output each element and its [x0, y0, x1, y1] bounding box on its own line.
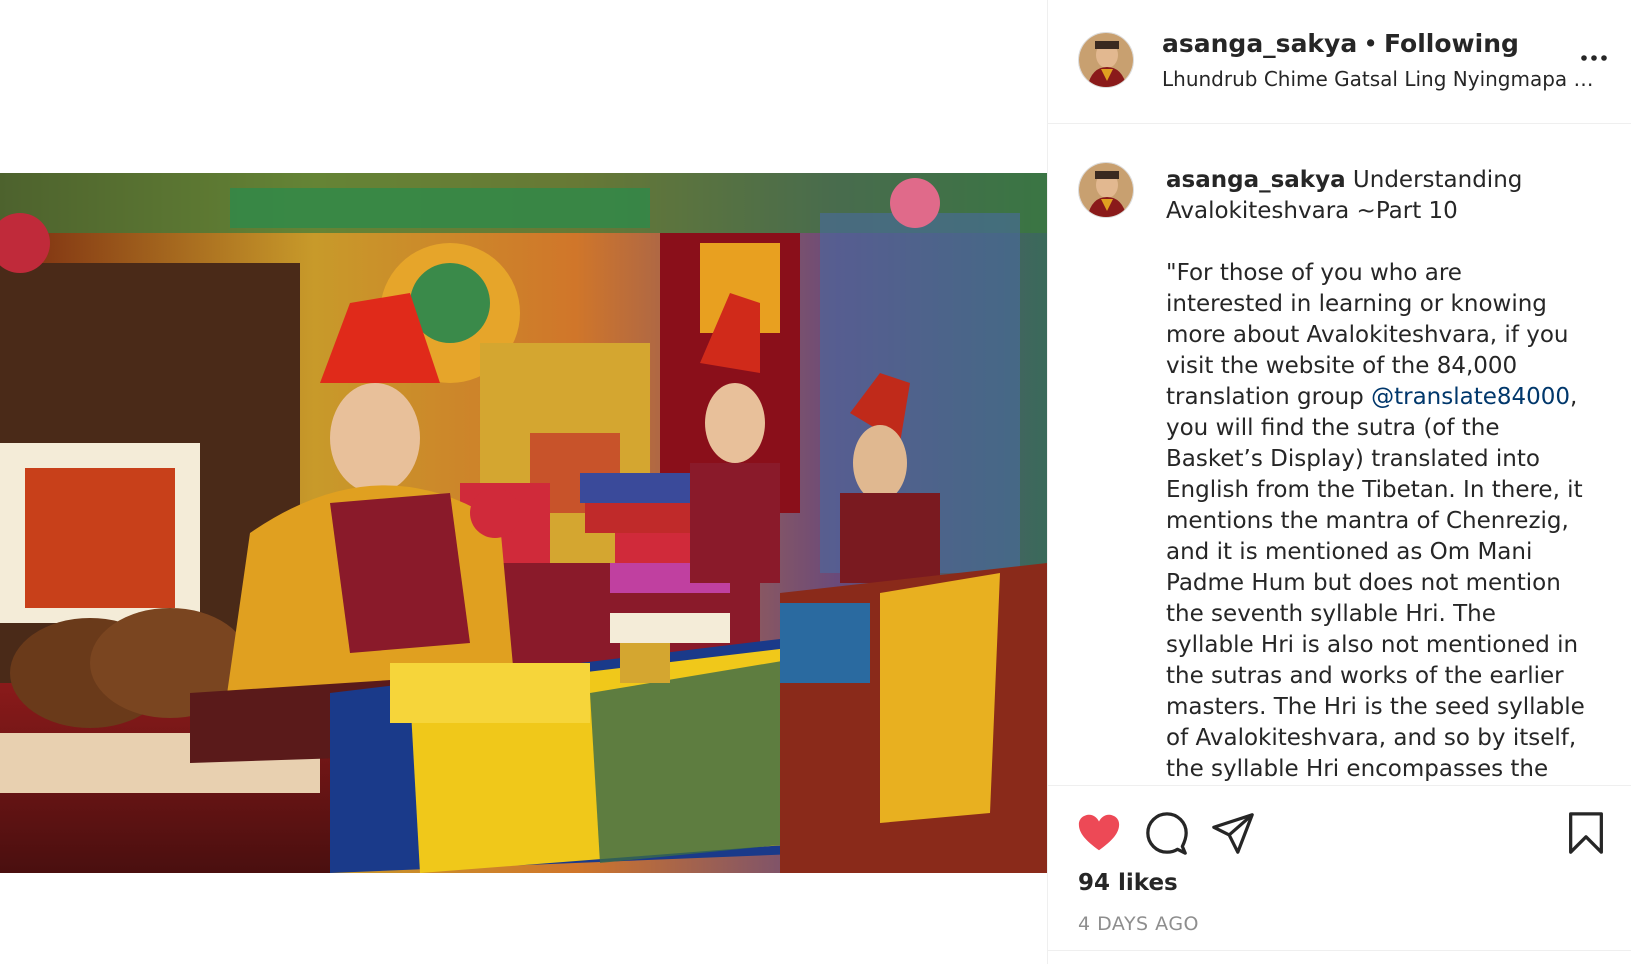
- caption-avatar[interactable]: [1078, 162, 1134, 218]
- username-link[interactable]: asanga_sakya: [1162, 29, 1357, 58]
- post-header: asanga_sakya • Following Lhundrub Chime Ga…: [1048, 0, 1631, 124]
- comment-icon[interactable]: [1144, 810, 1190, 856]
- avatar[interactable]: [1078, 32, 1134, 88]
- heart-icon[interactable]: [1076, 810, 1122, 856]
- share-icon[interactable]: [1210, 810, 1256, 856]
- separator-dot: •: [1363, 29, 1378, 58]
- post-photo[interactable]: [0, 173, 1047, 873]
- location-link[interactable]: Lhundrub Chime Gatsal Ling Nyingmapa Mon…: [1162, 64, 1602, 94]
- following-button[interactable]: Following: [1384, 29, 1519, 58]
- media-pane: [0, 0, 1047, 964]
- caption-body-part2: , you will find the sutra (of the Basket…: [1166, 384, 1585, 782]
- comment-input-divider: [1048, 950, 1631, 964]
- post-sidebar: asanga_sakya • Following Lhundrub Chime Ga…: [1047, 0, 1631, 964]
- bookmark-icon[interactable]: [1563, 810, 1609, 856]
- action-bar: 94 likes 4 DAYS AGO: [1048, 785, 1631, 964]
- instagram-post-page: asanga_sakya • Following Lhundrub Chime Ga…: [0, 0, 1631, 964]
- caption-body: "For those of you who are interested in …: [1166, 258, 1586, 785]
- post-caption: asanga_sakya Understanding Avalokiteshva…: [1166, 165, 1586, 785]
- header-user-line: asanga_sakya • Following: [1162, 26, 1519, 62]
- caption-username[interactable]: asanga_sakya: [1166, 167, 1346, 193]
- caption-title-line: asanga_sakya Understanding Avalokiteshva…: [1166, 165, 1586, 227]
- more-options-icon[interactable]: [1579, 48, 1609, 68]
- comments-area[interactable]: asanga_sakya Understanding Avalokiteshva…: [1048, 125, 1631, 785]
- like-count[interactable]: 94 likes: [1078, 866, 1178, 900]
- post-timestamp[interactable]: 4 DAYS AGO: [1078, 909, 1199, 939]
- mention-link[interactable]: @translate84000: [1371, 384, 1570, 410]
